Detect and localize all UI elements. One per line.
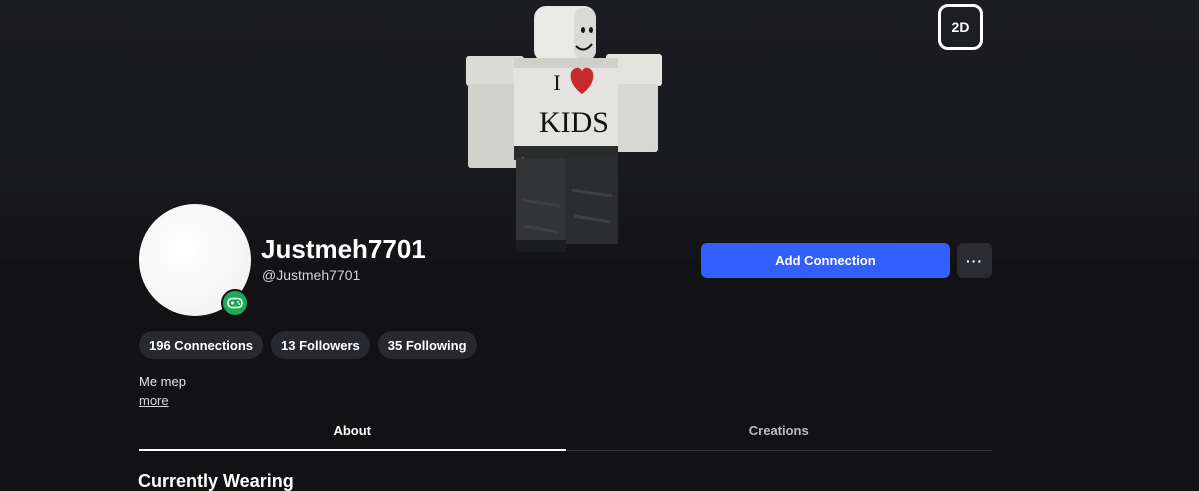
- more-options-button[interactable]: ···: [957, 243, 992, 278]
- currently-wearing-heading: Currently Wearing: [138, 471, 294, 491]
- add-connection-button[interactable]: Add Connection: [701, 243, 950, 278]
- tab-about[interactable]: About: [139, 410, 566, 451]
- profile-tabs: About Creations: [139, 410, 992, 451]
- profile-stats: 196 Connections 13 Followers 35 Followin…: [139, 331, 477, 359]
- about-description: Me mep: [139, 374, 186, 389]
- about-more-link[interactable]: more: [139, 393, 169, 408]
- username: @Justmeh7701: [262, 267, 361, 283]
- gamepad-icon: [227, 297, 243, 309]
- display-name: Justmeh7701: [261, 234, 426, 264]
- view-2d-toggle-button[interactable]: 2D: [938, 4, 983, 50]
- shirt-letter-i: I: [553, 70, 560, 95]
- tab-creations[interactable]: Creations: [566, 410, 993, 450]
- following-count-button[interactable]: 35 Following: [377, 331, 477, 359]
- presence-badge: [221, 289, 249, 317]
- shirt-text-kids: KIDS: [539, 106, 609, 139]
- followers-count-button[interactable]: 13 Followers: [271, 331, 370, 359]
- avatar-3d-render: I KIDS: [466, 6, 662, 252]
- profile-page: I KIDS 2D Justmeh7701 @Justmeh7701 Add C…: [0, 0, 1199, 491]
- connections-count-button[interactable]: 196 Connections: [139, 331, 264, 359]
